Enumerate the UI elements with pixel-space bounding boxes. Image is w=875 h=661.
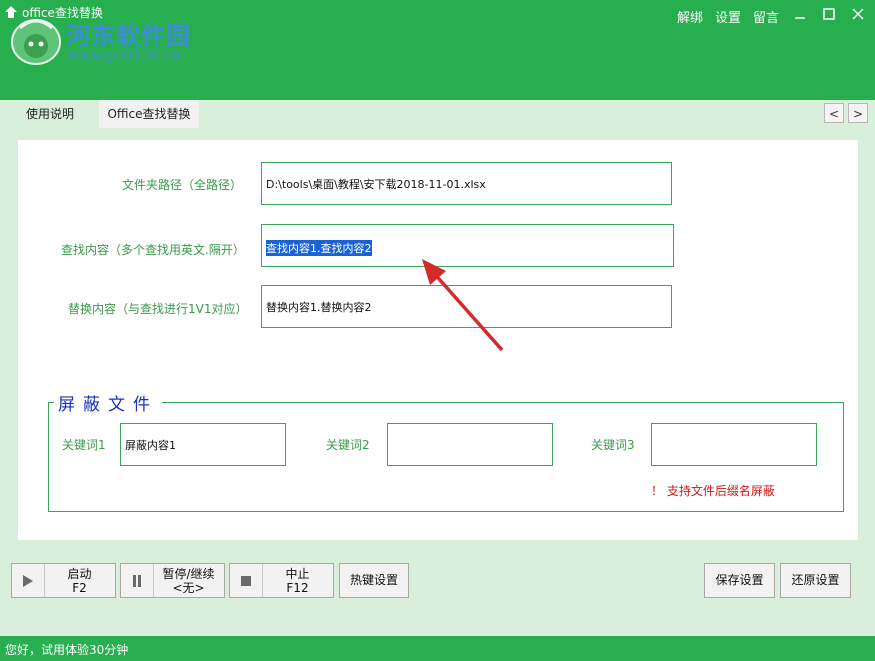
replace-content-value: 替换内容1.替换内容2 <box>266 300 372 314</box>
shield-files-title: 屏蔽文件 <box>54 390 162 415</box>
hotkey-settings-button[interactable]: 热键设置 <box>339 563 409 598</box>
tab-prev-button[interactable]: < <box>824 103 844 123</box>
replace-content-label: 替换内容（与查找进行1V1对应） <box>68 302 248 316</box>
folder-path-value: D:\tools\桌面\教程\安下载2018-11-01.xlsx <box>266 177 486 191</box>
keyword2-label: 关键词2 <box>326 438 370 452</box>
save-settings-button[interactable]: 保存设置 <box>704 563 775 598</box>
keyword1-input[interactable]: 屏蔽内容1 <box>120 423 286 466</box>
keyword3-label: 关键词3 <box>591 438 635 452</box>
tab-next-button[interactable]: > <box>848 103 868 123</box>
play-icon <box>12 564 45 597</box>
restore-settings-button[interactable]: 还原设置 <box>780 563 851 598</box>
title-bar <box>0 0 875 100</box>
status-bar <box>0 636 875 661</box>
keyword1-label: 关键词1 <box>62 438 106 452</box>
red-arrow-annotation <box>422 259 504 352</box>
keyword3-input[interactable] <box>651 423 817 466</box>
pause-label: 暂停/继续 <box>162 567 215 581</box>
maximize-icon[interactable] <box>820 5 838 23</box>
minimize-icon[interactable] <box>791 5 809 23</box>
keyword1-value: 屏蔽内容1 <box>125 438 176 452</box>
folder-path-input[interactable]: D:\tools\桌面\教程\安下载2018-11-01.xlsx <box>261 162 672 205</box>
stop-icon <box>230 564 263 597</box>
close-icon[interactable] <box>849 5 867 23</box>
find-content-value: 查找内容1.查找内容2 <box>266 240 372 256</box>
pause-hotkey: <无> <box>172 581 205 595</box>
keyword2-input[interactable] <box>387 423 553 466</box>
suffix-shield-note: ！ 支持文件后缀名屏蔽 <box>651 484 775 498</box>
folder-path-label: 文件夹路径（全路径） <box>122 178 243 192</box>
stop-button[interactable]: 中止 F12 <box>229 563 334 598</box>
pause-icon <box>121 564 154 597</box>
stop-hotkey: F12 <box>286 581 309 595</box>
start-button[interactable]: 启动 F2 <box>11 563 116 598</box>
settings-menu[interactable]: 设置 <box>715 7 741 26</box>
start-hotkey: F2 <box>72 581 87 595</box>
find-content-label: 查找内容（多个查找用英文.隔开） <box>61 243 245 257</box>
start-label: 启动 <box>67 567 92 581</box>
status-text: 您好，试用体验30分钟 <box>5 643 129 657</box>
window-title: office查找替换 <box>22 6 103 20</box>
stop-label: 中止 <box>285 567 310 581</box>
pause-resume-button[interactable]: 暂停/继续 <无> <box>120 563 225 598</box>
message-menu[interactable]: 留言 <box>753 7 779 26</box>
tab-office-replace[interactable]: Office查找替换 <box>99 100 199 128</box>
tab-instructions[interactable]: 使用说明 <box>14 100 86 128</box>
app-icon <box>5 6 17 18</box>
unbind-menu[interactable]: 解绑 <box>677 7 703 26</box>
